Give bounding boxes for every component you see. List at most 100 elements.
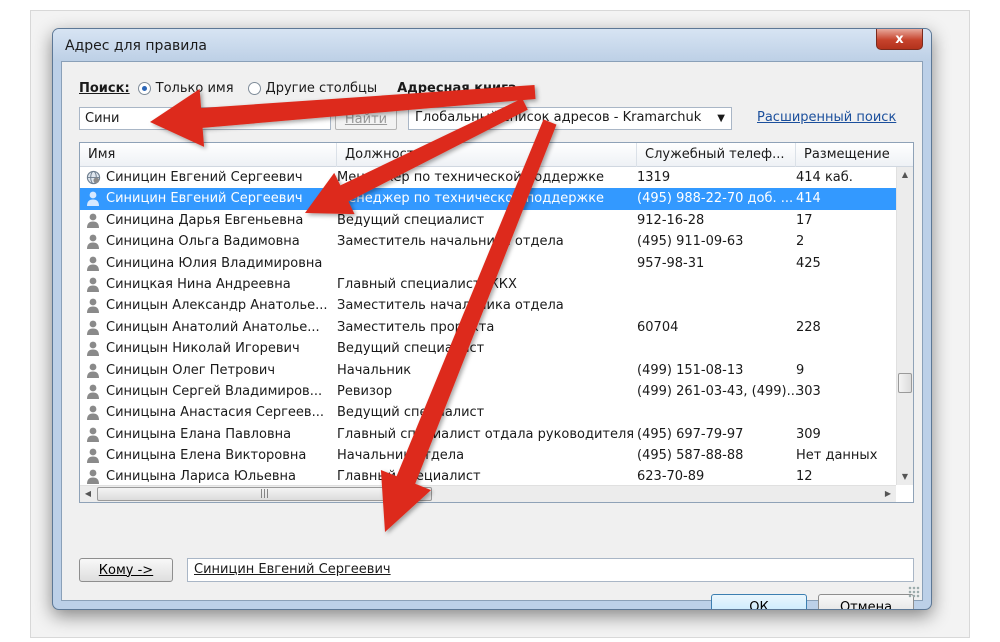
- person-icon: [86, 210, 104, 233]
- person-icon: [86, 402, 104, 425]
- cell-name: Синицин Евгений Сергеевич: [106, 191, 303, 207]
- to-button[interactable]: Кому ->: [79, 558, 173, 582]
- cell-title: Ведущий специалист: [337, 405, 485, 421]
- cancel-button[interactable]: Отмена: [818, 594, 914, 609]
- radio-other-columns[interactable]: Другие столбцы: [247, 81, 377, 96]
- cell-name: Синицина Ольга Вадимовна: [106, 234, 300, 250]
- cell-phone: (495) 587-88-88: [637, 448, 744, 464]
- table-row[interactable]: Синицина Ольга Вадимовна Заместитель нача…: [80, 231, 897, 252]
- cell-title: Заместитель начальника отдела: [337, 234, 564, 250]
- table-row[interactable]: Синицин Евгений Сергеевич Менеджер по тех…: [80, 167, 897, 188]
- close-icon: x: [895, 31, 904, 47]
- cell-location: 309: [796, 426, 821, 442]
- scroll-left-icon[interactable]: ◀: [80, 486, 96, 502]
- find-button[interactable]: Найти: [335, 107, 397, 130]
- cell-location: Нет данных: [796, 448, 878, 464]
- table-row[interactable]: Синицын Анатолий Анатолье... Заместитель …: [80, 317, 897, 338]
- table-row[interactable]: Синицын Олег Петрович Начальник (499) 151-…: [80, 360, 897, 381]
- radio-checked-icon: [137, 81, 151, 95]
- table-row[interactable]: Синицина Юлия Владимировна 957-98-31 425: [80, 253, 897, 274]
- cell-name: Синицын Олег Петрович: [106, 362, 276, 378]
- table-row[interactable]: Синицына Елена Викторовна Начальник отдел…: [80, 445, 897, 466]
- recipient-field[interactable]: Синицин Евгений Сергеевич: [187, 558, 914, 582]
- address-book-label: Адресная книга: [397, 80, 517, 96]
- dropdown-arrow-icon: ▼: [717, 113, 725, 124]
- close-button[interactable]: x: [876, 29, 923, 50]
- horizontal-scroll-thumb[interactable]: |||: [97, 487, 432, 501]
- person-icon: [86, 338, 104, 361]
- cell-location: 425: [796, 255, 821, 271]
- cell-phone: (499) 151-08-13: [637, 362, 744, 378]
- contacts-table: Имя Должность Служебный телеф... Размеще…: [79, 142, 914, 503]
- column-header-location[interactable]: Размещение: [796, 143, 913, 167]
- person-icon: [86, 317, 104, 340]
- scroll-down-icon[interactable]: ▼: [897, 469, 913, 485]
- person-icon: [86, 253, 104, 276]
- vertical-scroll-thumb[interactable]: [898, 373, 912, 393]
- search-input[interactable]: [79, 107, 331, 130]
- column-header-name[interactable]: Имя: [80, 143, 337, 167]
- cell-name: Синицкая Нина Андреевна: [106, 276, 291, 292]
- cell-phone: 912-16-28: [637, 212, 705, 228]
- cell-title: Начальник отдела: [337, 448, 465, 464]
- column-header-title[interactable]: Должность: [337, 143, 637, 167]
- cell-phone: 957-98-31: [637, 255, 705, 271]
- horizontal-scrollbar[interactable]: ◀ ||| ▶: [80, 485, 896, 502]
- column-header-phone[interactable]: Служебный телеф...: [637, 143, 796, 167]
- table-row[interactable]: Синицкая Нина Андреевна Главный специалис…: [80, 274, 897, 295]
- person-icon: [86, 360, 104, 383]
- ok-button[interactable]: ОК: [711, 594, 807, 609]
- table-row[interactable]: Синицын Александр Анатолье... Заместитель…: [80, 295, 897, 316]
- person-icon: [86, 381, 104, 404]
- cell-title: Ведущий специалист: [337, 212, 485, 228]
- advanced-search-link[interactable]: Расширенный поиск: [757, 110, 896, 125]
- dialog-title: Адрес для правила: [65, 38, 207, 54]
- vertical-scrollbar[interactable]: ▲ ▼: [896, 167, 913, 485]
- person-icon: [86, 424, 104, 447]
- address-book-value: Глобальный список адресов - Kramarchuk: [415, 110, 702, 125]
- recipient-value: Синицин Евгений Сергеевич: [194, 562, 391, 577]
- cell-name: Синицина Юлия Владимировна: [106, 255, 323, 271]
- cell-phone: (495) 911-09-63: [637, 234, 744, 250]
- scroll-up-icon[interactable]: ▲: [897, 167, 913, 183]
- cell-name: Синицын Анатолий Анатолье...: [106, 319, 320, 335]
- table-row[interactable]: Синицына Анастасия Сергеев... Ведущий спе…: [80, 402, 897, 423]
- dialog-client-area: Поиск: Только имя Другие столбцы Адресна…: [61, 61, 923, 609]
- cell-name: Синицын Сергей Владимиров...: [106, 383, 323, 399]
- cell-name: Синицина Дарья Евгеньевна: [106, 212, 304, 228]
- person-icon: [86, 295, 104, 318]
- person-icon: [86, 231, 104, 254]
- cell-location: 2: [796, 234, 805, 250]
- cell-phone: 60704: [637, 319, 679, 335]
- cell-title: Ведущий специалист: [337, 341, 485, 357]
- cell-title: Заместитель начальника отдела: [337, 298, 564, 314]
- search-options-row: Поиск: Только имя Другие столбцы Адресна…: [79, 78, 912, 98]
- cell-location: 9: [796, 362, 805, 378]
- table-rows: Синицин Евгений Сергеевич Менеджер по тех…: [80, 167, 897, 488]
- cell-name: Синицин Евгений Сергеевич: [106, 170, 303, 185]
- table-row[interactable]: Синицына Елана Павловна Главный специалис…: [80, 424, 897, 445]
- cell-title: Главный специалист ЖКХ: [337, 276, 517, 292]
- address-book-select[interactable]: Глобальный список адресов - Kramarchuk ▼: [408, 107, 732, 130]
- title-bar: Адрес для правила x: [53, 29, 931, 61]
- person-icon: [86, 188, 104, 211]
- cell-title: Ревизор: [337, 383, 393, 399]
- radio-name-only[interactable]: Только имя: [137, 81, 234, 96]
- cell-phone: 1319: [637, 170, 671, 185]
- scroll-right-icon[interactable]: ▶: [880, 486, 896, 502]
- globe-contact-icon: [86, 167, 104, 189]
- cell-location: 17: [796, 212, 813, 228]
- table-row[interactable]: Синицын Сергей Владимиров... Ревизор (499)…: [80, 381, 897, 402]
- cell-name: Синицына Анастасия Сергеев...: [106, 405, 324, 421]
- cell-name: Синицын Николай Игоревич: [106, 341, 300, 357]
- cell-title: Главный специалист отдала руководителя: [337, 426, 635, 442]
- radio-unchecked-icon: [247, 81, 261, 95]
- table-row[interactable]: Синицин Евгений Сергеевич Менеджер по тех…: [80, 188, 897, 211]
- address-dialog: Адрес для правила x Поиск: Только имя Др…: [52, 28, 932, 610]
- person-icon: [86, 274, 104, 297]
- resize-grip-icon[interactable]: [908, 586, 920, 598]
- table-row[interactable]: Синицын Николай Игоревич Ведущий специали…: [80, 338, 897, 359]
- table-row[interactable]: Синицина Дарья Евгеньевна Ведущий специал…: [80, 210, 897, 231]
- cell-location: 228: [796, 319, 821, 335]
- cell-phone: (495) 697-79-97: [637, 426, 744, 442]
